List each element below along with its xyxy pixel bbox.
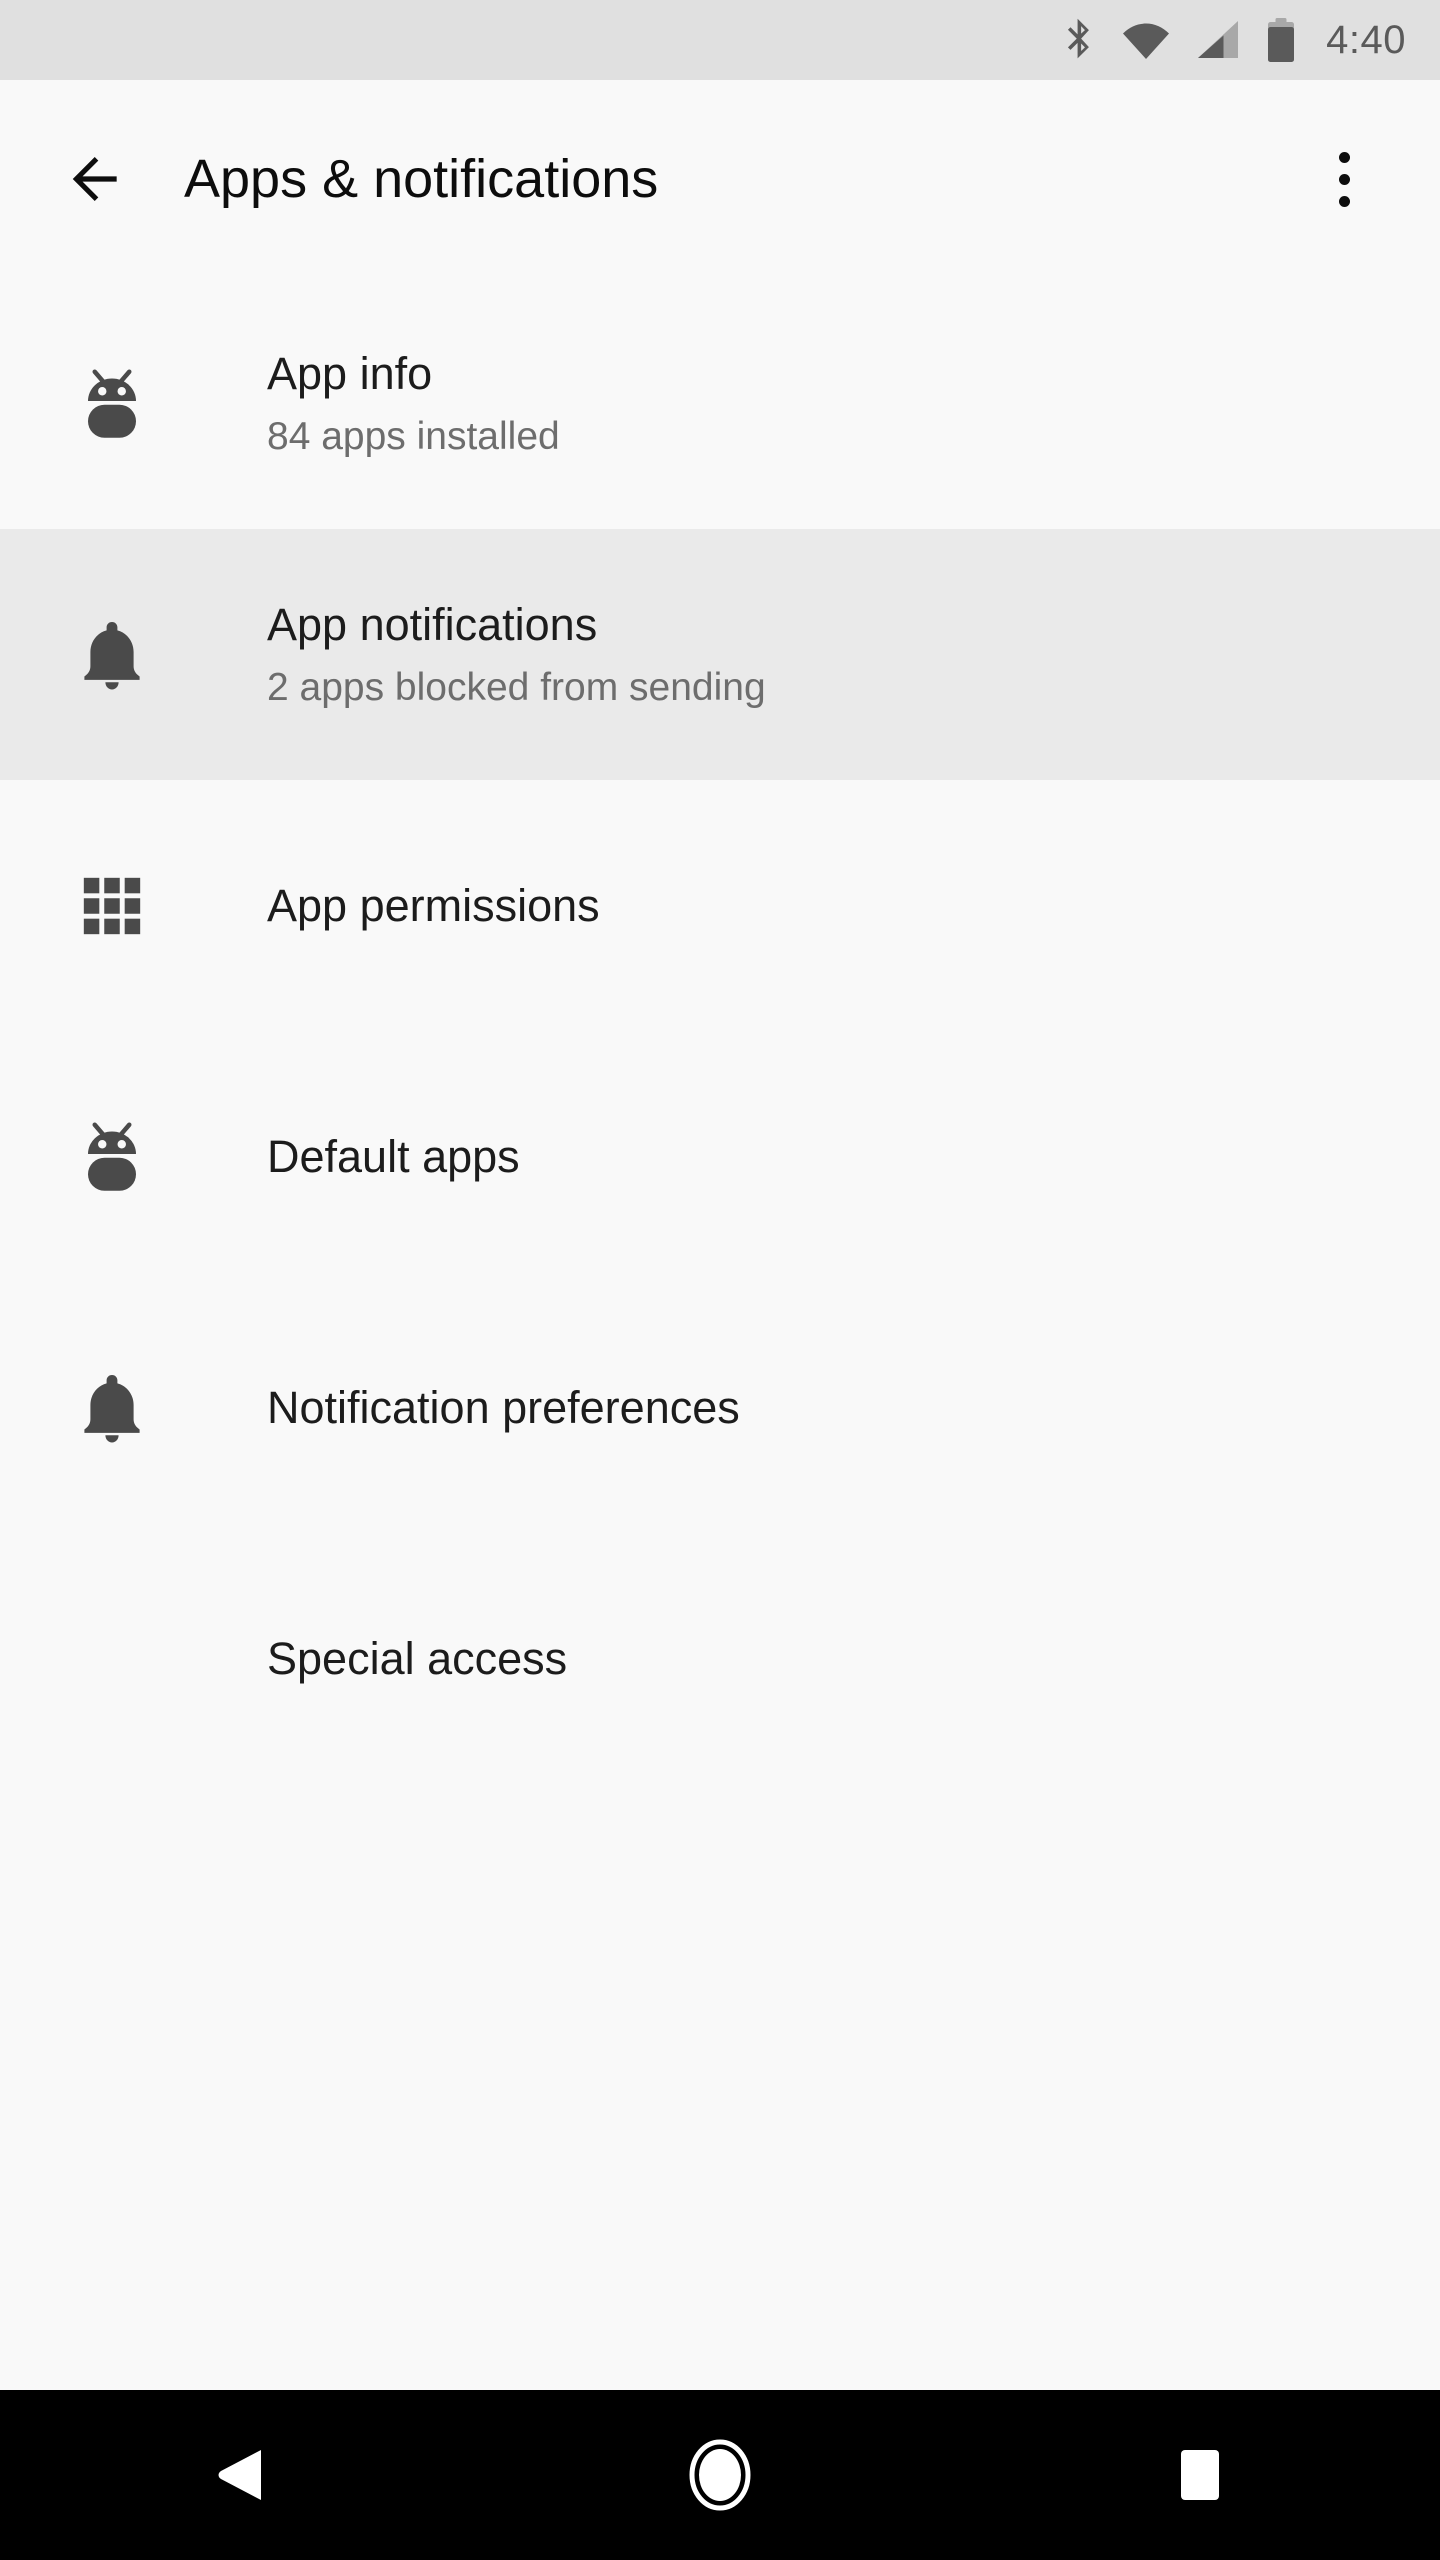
bluetooth-icon [1068, 18, 1090, 59]
back-nav-button[interactable] [140, 2390, 340, 2560]
page-title: Apps & notifications [184, 149, 659, 209]
more-vert-icon [1338, 195, 1350, 207]
list-item-title: Special access [267, 1632, 568, 1684]
arrow-back-icon [72, 157, 117, 201]
preference-list: App info 84 apps installed App notificat… [0, 278, 1440, 1784]
bell-icon [62, 617, 162, 693]
navigation-bar [0, 2390, 1440, 2560]
battery-icon [1268, 18, 1295, 62]
more-vert-icon [1338, 173, 1350, 185]
list-item-text: Special access [267, 1632, 567, 1685]
list-item-default-apps[interactable]: Default apps [0, 1031, 1440, 1282]
list-item-app-info[interactable]: App info 84 apps installed [0, 278, 1440, 529]
status-bar: 4:40 [0, 0, 1440, 80]
list-item-title: App info [267, 347, 433, 399]
grid-3x3-icon [62, 875, 162, 937]
list-item-text: Default apps [267, 1130, 520, 1183]
list-item-app-permissions[interactable]: App permissions [0, 780, 1440, 1031]
list-item-notification-preferences[interactable]: Notification preferences [0, 1282, 1440, 1533]
list-item-title: Notification preferences [267, 1381, 740, 1433]
status-bar-icons [1062, 18, 1296, 62]
recents-nav-button[interactable] [1100, 2390, 1300, 2560]
back-button[interactable] [48, 131, 144, 227]
more-vert-icon [1338, 151, 1350, 163]
status-bar-clock: 4:40 [1326, 18, 1406, 62]
list-item-subtitle: 84 apps installed [267, 415, 560, 459]
list-item-title: App notifications [267, 598, 598, 650]
wifi-icon [1123, 23, 1170, 59]
list-item-subtitle: 2 apps blocked from sending [267, 666, 766, 710]
circle-home-icon [689, 2439, 751, 2511]
list-item-text: Notification preferences [267, 1381, 740, 1434]
android-bug-icon [62, 365, 162, 443]
list-item-title: Default apps [267, 1130, 520, 1182]
square-recents-icon [1181, 2450, 1219, 2500]
list-item-special-access[interactable]: Special access [0, 1533, 1440, 1784]
list-item-text: App permissions [267, 879, 600, 932]
android-bug-icon [62, 1118, 162, 1196]
list-item-text: App notifications 2 apps blocked from se… [267, 598, 766, 711]
bell-icon [62, 1370, 162, 1446]
app-bar: Apps & notifications [0, 80, 1440, 284]
triangle-back-icon [218, 2450, 261, 2500]
home-nav-button[interactable] [620, 2390, 820, 2560]
cellular-signal-icon [1198, 21, 1239, 58]
list-item-app-notifications[interactable]: App notifications 2 apps blocked from se… [0, 529, 1440, 780]
overflow-menu-button[interactable] [1296, 131, 1392, 227]
list-item-text: App info 84 apps installed [267, 347, 560, 460]
list-item-title: App permissions [267, 879, 600, 931]
